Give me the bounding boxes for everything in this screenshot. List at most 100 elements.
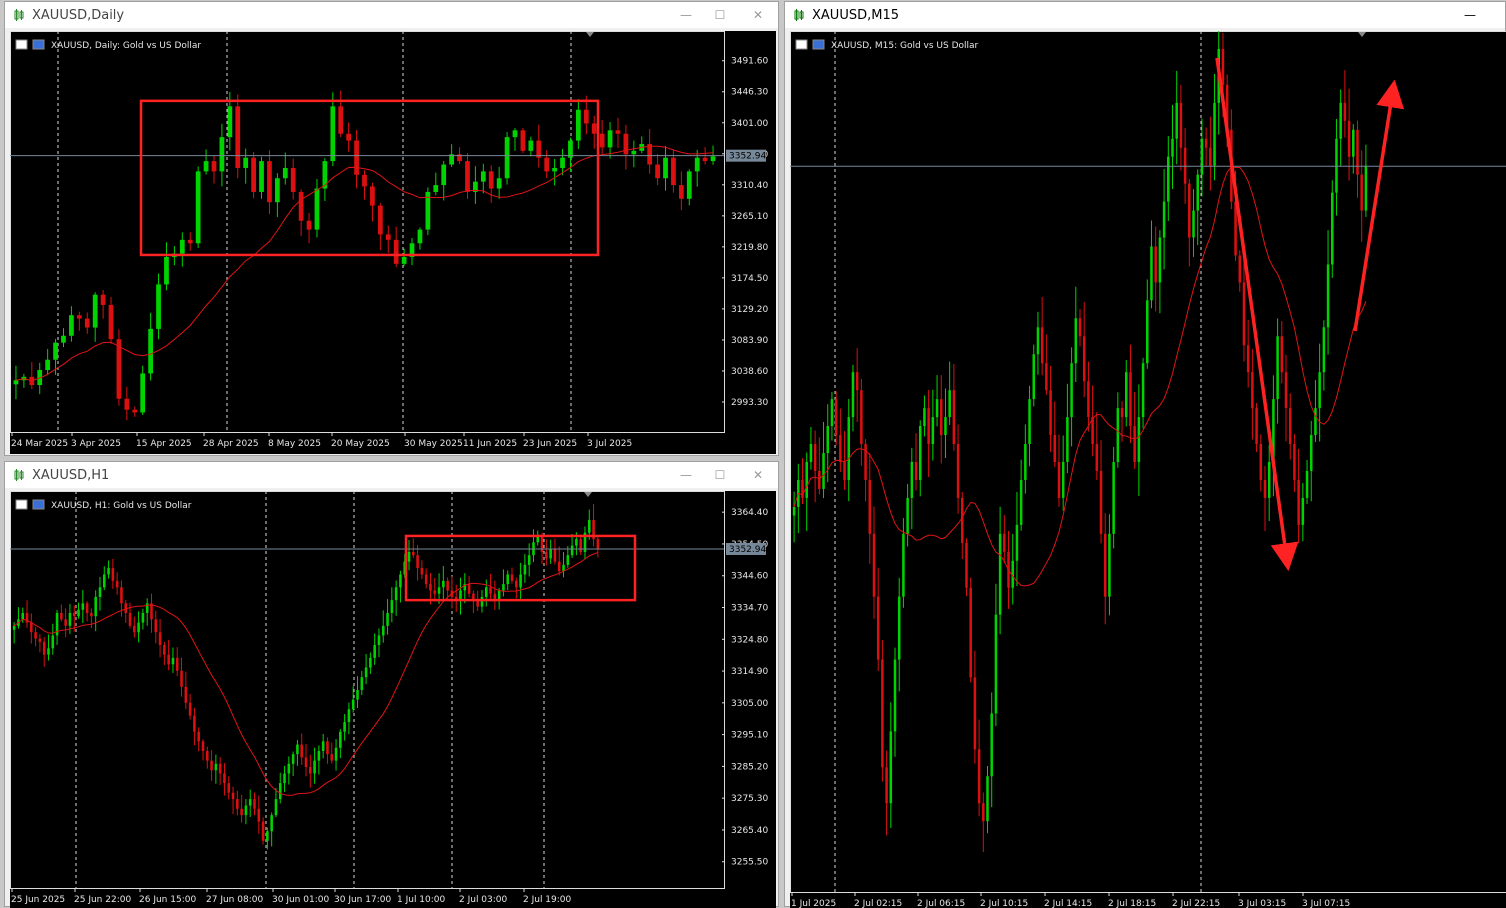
h1-candle-body: [502, 584, 505, 590]
h1-time-label: 1 Jul 10:00: [397, 895, 446, 905]
m15-candle-body: [890, 731, 893, 803]
daily-candle-body: [251, 158, 256, 192]
h1-candle-body: [262, 822, 265, 841]
h1-candle-body: [103, 574, 106, 587]
daily-time-label: 3 Jul 2025: [587, 439, 632, 449]
maximize-button[interactable]: ☐: [711, 467, 729, 483]
m15-candle-body: [915, 462, 918, 480]
close-button[interactable]: ✕: [749, 7, 767, 23]
minimize-button[interactable]: —: [1461, 7, 1479, 23]
m15-candle-body: [1289, 408, 1292, 444]
h1-candle-body: [167, 655, 170, 665]
h1-candle-body: [116, 581, 119, 587]
daily-candle-body: [124, 399, 129, 410]
daily-candle-body: [354, 141, 359, 175]
daily-candle-body: [544, 158, 549, 172]
daily-candle-body: [338, 106, 343, 133]
h1-price-label: 3334.70: [731, 604, 768, 614]
daily-window-titlebar[interactable]: XAUUSD,Daily — ☐ ✕: [5, 2, 778, 28]
h1-candle-body: [588, 520, 591, 533]
daily-candle-body: [560, 158, 565, 168]
h1-candle-body: [549, 549, 552, 559]
daily-candle-body: [687, 171, 692, 198]
m15-candle-body: [1201, 139, 1204, 175]
h1-candle-body: [579, 539, 582, 552]
m15-candle-body: [1133, 426, 1136, 462]
daily-candle-body: [576, 110, 581, 141]
m15-candle-body: [1247, 345, 1250, 372]
daily-candle-body: [631, 151, 636, 154]
h1-candle-body: [73, 613, 76, 616]
m15-candle-body: [1129, 372, 1132, 426]
h1-candle-body: [21, 613, 24, 619]
close-button[interactable]: ✕: [749, 467, 767, 483]
h1-candle-body: [82, 603, 85, 609]
h1-candle-body: [39, 639, 42, 642]
daily-candle-body: [378, 206, 383, 235]
m15-candle-body: [1175, 103, 1178, 139]
h1-candle-body: [232, 793, 235, 799]
m15-candle-body: [847, 417, 850, 480]
m15-candle-body: [1276, 336, 1279, 399]
daily-candle-body: [489, 171, 494, 188]
h1-candle-body: [425, 574, 428, 584]
minimize-button[interactable]: —: [677, 467, 695, 483]
daily-candle-body: [608, 130, 613, 147]
h1-chart-window: XAUUSD,H1 — ☐ ✕ XAUUSD, H1: Gold vs US D…: [4, 461, 779, 907]
m15-plot-area[interactable]: XAUUSD, M15: Gold vs US Dollar1 Jul 2025…: [790, 31, 1506, 908]
daily-candle-body: [188, 240, 193, 243]
daily-candle-body: [283, 168, 288, 178]
h1-shift-marker: [584, 492, 592, 497]
h1-trade-icon: [16, 500, 27, 509]
daily-candle-body: [616, 130, 621, 133]
minimize-button[interactable]: —: [677, 7, 695, 23]
daily-candle-body: [394, 240, 399, 264]
m15-window-titlebar[interactable]: XAUUSD,M15 —: [785, 2, 1505, 28]
h1-plot-area[interactable]: XAUUSD, H1: Gold vs US Dollar3364.403354…: [10, 491, 776, 908]
m15-candle-body: [852, 372, 855, 417]
m15-candle-body: [1348, 121, 1351, 157]
h1-candle-body: [373, 645, 376, 658]
m15-candle-body: [1104, 534, 1107, 597]
daily-candle-body: [655, 165, 660, 179]
h1-candle-body: [343, 722, 346, 732]
daily-plot-area[interactable]: XAUUSD, Daily: Gold vs US Dollar3491.603…: [10, 31, 776, 454]
h1-candle-body: [309, 767, 312, 773]
h1-candle-body: [189, 703, 192, 716]
m15-candle-body: [1020, 480, 1023, 525]
m15-chart-caption: XAUUSD, M15: Gold vs US Dollar: [831, 41, 979, 51]
m15-candle-body: [999, 534, 1002, 615]
daily-candle-body: [703, 158, 708, 161]
daily-candle-body: [315, 189, 320, 230]
m15-candle-body: [969, 588, 972, 678]
daily-candle-body: [513, 130, 518, 137]
maximize-button[interactable]: ☐: [711, 7, 729, 23]
daily-candle-body: [267, 161, 272, 202]
daily-price-label: 3265.10: [731, 212, 768, 222]
h1-candle-body: [412, 552, 415, 555]
m15-candle-body: [869, 480, 872, 534]
daily-time-label: 20 May 2025: [331, 439, 390, 449]
h1-candle-body: [395, 587, 398, 600]
m15-candle-body: [1192, 211, 1195, 238]
h1-candle-body: [575, 539, 578, 545]
m15-candle-body: [822, 453, 825, 489]
h1-properties-icon: [33, 500, 44, 509]
m15-candle-body: [1032, 354, 1035, 399]
h1-candle-body: [154, 619, 157, 632]
h1-candle-body: [120, 587, 123, 603]
daily-candle-body: [45, 360, 50, 370]
h1-candle-body: [90, 613, 93, 616]
daily-candle-body: [552, 168, 557, 171]
h1-candle-body: [498, 591, 501, 601]
h1-window-titlebar[interactable]: XAUUSD,H1 — ☐ ✕: [5, 462, 778, 488]
m15-candle-body: [826, 426, 829, 453]
m15-candle-body: [1327, 264, 1330, 327]
daily-candle-body: [69, 315, 74, 336]
h1-candle-body: [227, 783, 230, 793]
daily-candle-body: [418, 230, 423, 244]
h1-current-price-text: 3352.94: [729, 545, 766, 555]
daily-candle-body: [101, 295, 106, 305]
h1-candle-body: [361, 677, 364, 690]
h1-candle-body: [524, 565, 527, 575]
